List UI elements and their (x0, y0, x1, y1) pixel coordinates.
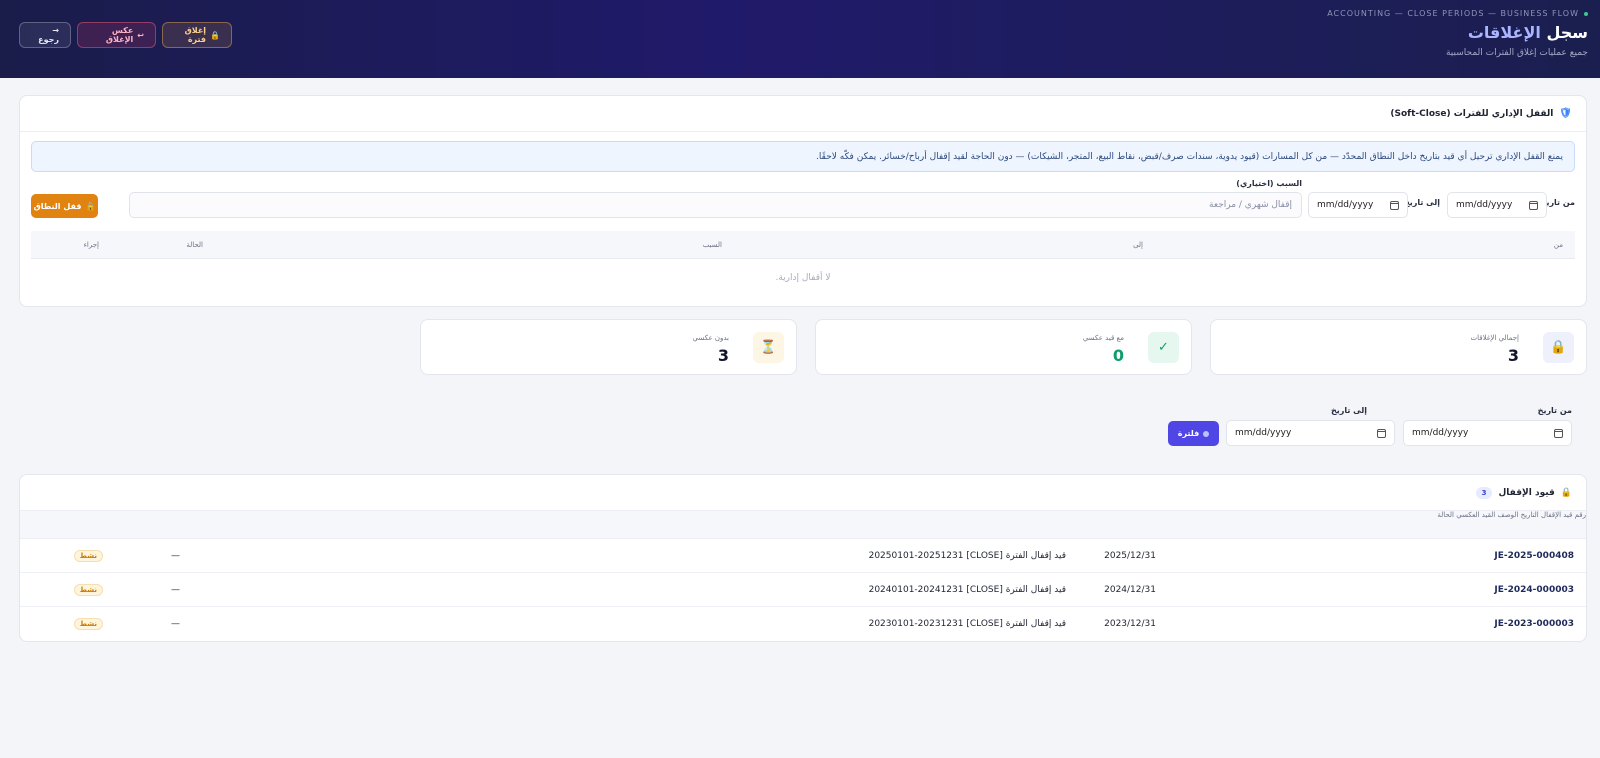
reason-label: السبب (اختياري) (1236, 179, 1302, 188)
status-badge: نشط (73, 618, 103, 630)
col-action: إجراء (83, 240, 99, 249)
entry-date: 2025/12/31 (1104, 550, 1156, 561)
entry-description: قيد إقفال الفترة [CLOSE] 20250101-202512… (868, 550, 1066, 561)
col-date: التاريخ (1520, 511, 1539, 519)
undo-icon: ↩ (137, 30, 144, 40)
soft-close-table-header: من إلى السبب الحالة إجراء (31, 231, 1575, 259)
hourglass-icon: ⏳ (753, 332, 784, 363)
lock-range-button[interactable]: 🔒 قفل النطاق (31, 194, 98, 218)
entry-reversal: — (171, 584, 180, 595)
back-button-label: → رجوع (38, 26, 59, 44)
entry-date: 2024/12/31 (1104, 584, 1156, 595)
entry-reversal: — (171, 550, 180, 561)
soft-close-title: القفل الإداري للفترات (Soft-Close) (1390, 108, 1554, 119)
col-reversal: القيد العكسي (1456, 511, 1496, 519)
col-reason: السبب (702, 240, 722, 249)
filter-to-date-value: mm/dd/yyyy (1235, 428, 1292, 438)
col-status: الحالة (1437, 511, 1454, 519)
close-period-button[interactable]: 🔒 إغلاق فترة (162, 22, 232, 48)
filter-to-date-input[interactable]: mm/dd/yyyy (1226, 420, 1395, 446)
lock-icon: 🔒 (85, 201, 96, 211)
stat-card-unreversed: ⏳ بدون عكسي 3 (420, 319, 797, 375)
filter-button[interactable]: فلترة (1168, 421, 1219, 446)
reason-placeholder: إقفال شهري / مراجعة (1209, 200, 1292, 210)
table-row[interactable]: JE-2024-000003 2024/12/31 قيد إقفال الفت… (20, 573, 1586, 607)
closing-entries-card: 🔒 قيود الإقفال 3 رقم قيد الإقفال التاريخ… (19, 474, 1587, 642)
count-badge: 3 (1475, 486, 1493, 499)
status-badge: نشط (73, 583, 103, 596)
filter-dot-icon (1203, 430, 1210, 437)
stat-value: 0 (1112, 346, 1124, 365)
soft-close-form: من تاريخ mm/dd/yyyy إلى تاريخ mm/dd/yyyy… (31, 179, 1575, 222)
empty-state: لا أقفال إدارية. (775, 273, 831, 283)
col-description: الوصف (1497, 511, 1519, 519)
filter-from-date-input[interactable]: mm/dd/yyyy (1403, 420, 1572, 446)
calendar-icon[interactable] (1377, 428, 1386, 438)
col-to: إلى (1133, 240, 1143, 249)
col-status: الحالة (186, 240, 203, 249)
lock-icon: 🔒 (1560, 487, 1572, 498)
page-title-accent: الإغلاقات (1467, 23, 1541, 42)
calendar-icon[interactable] (1529, 200, 1538, 210)
reason-input[interactable]: إقفال شهري / مراجعة (129, 192, 1302, 218)
soft-to-label: إلى تاريخ (1403, 198, 1440, 207)
calendar-icon[interactable] (1554, 428, 1563, 438)
entry-ref-link[interactable]: JE-2025-000408 (1494, 551, 1574, 561)
soft-close-header: 🛡 القفل الإداري للفترات (Soft-Close) (20, 96, 1586, 132)
filter-button-label: فلترة (1177, 429, 1200, 438)
page-header: ACCOUNTING — CLOSE PERIODS — BUSINESS FL… (0, 0, 1600, 78)
filter-from-date-value: mm/dd/yyyy (1412, 428, 1469, 438)
soft-close-notice: يمنع القفل الإداري ترحيل أي قيد بتاريخ د… (31, 141, 1575, 172)
breadcrumb-text: ACCOUNTING — CLOSE PERIODS — BUSINESS FL… (1327, 9, 1579, 18)
closing-entries-table-header: رقم قيد الإقفال التاريخ الوصف القيد العك… (20, 510, 1586, 539)
calendar-icon[interactable] (1390, 200, 1399, 210)
entry-date: 2023/12/31 (1104, 619, 1156, 629)
header-actions: → رجوع ↩ عكس الإغلاق 🔒 إغلاق فترة (19, 22, 232, 48)
reverse-close-button[interactable]: ↩ عكس الإغلاق (77, 22, 156, 48)
page-subtitle: جميع عمليات إغلاق الفترات المحاسبية (1445, 48, 1588, 58)
page-title-prefix: سجل (1540, 23, 1588, 42)
soft-to-date-input[interactable]: mm/dd/yyyy (1308, 192, 1408, 218)
soft-close-card: 🛡 القفل الإداري للفترات (Soft-Close) يمن… (19, 95, 1587, 307)
lock-icon: 🔒 (210, 30, 220, 40)
entry-ref-link[interactable]: JE-2023-000003 (1494, 619, 1574, 629)
breadcrumb: ACCOUNTING — CLOSE PERIODS — BUSINESS FL… (1327, 9, 1588, 18)
header-text: ACCOUNTING — CLOSE PERIODS — BUSINESS FL… (1327, 9, 1588, 58)
lock-range-label: قفل النطاق (33, 201, 82, 211)
entry-ref-link[interactable]: JE-2024-000003 (1494, 585, 1574, 595)
status-badge: نشط (73, 549, 103, 562)
soft-close-table: من إلى السبب الحالة إجراء لا أقفال إداري… (31, 231, 1575, 283)
back-button[interactable]: → رجوع (19, 22, 71, 48)
soft-to-date-value: mm/dd/yyyy (1317, 200, 1374, 210)
stat-label: مع قيد عكسي (1082, 334, 1124, 342)
shield-icon: 🛡 (1559, 108, 1572, 119)
soft-from-date-input[interactable]: mm/dd/yyyy (1447, 192, 1547, 218)
page-title: سجل الإغلاقات (1327, 23, 1588, 42)
soft-from-date-value: mm/dd/yyyy (1456, 200, 1513, 210)
stat-card-total: 🔒 إجمالي الإغلاقات 3 (1210, 319, 1587, 375)
stat-label: بدون عكسي (692, 334, 730, 342)
close-period-label: إغلاق فترة (184, 26, 207, 44)
stat-value: 3 (1507, 346, 1519, 365)
table-row[interactable]: JE-2023-000003 2023/12/31 قيد إقفال الفت… (20, 607, 1586, 641)
entry-description: قيد إقفال الفترة [CLOSE] 20240101-202412… (868, 584, 1066, 595)
entry-reversal: — (171, 619, 180, 629)
closing-entries-header: 🔒 قيود الإقفال 3 (20, 475, 1586, 510)
col-ref: رقم قيد الإقفال (1540, 511, 1586, 519)
lock-icon: 🔒 (1543, 332, 1574, 363)
table-row[interactable]: JE-2025-000408 2025/12/31 قيد إقفال الفت… (20, 539, 1586, 573)
closing-entries-title: قيود الإقفال (1498, 487, 1555, 498)
stat-card-reversed: ✓ مع قيد عكسي 0 (815, 319, 1192, 375)
filter-to-label: إلى تاريخ (1330, 406, 1367, 415)
status-dot-icon (1584, 11, 1588, 16)
reverse-close-label: عكس الإغلاق (105, 26, 134, 44)
stat-value: 3 (717, 346, 729, 365)
col-from: من (1553, 240, 1563, 249)
filter-from-label: من تاريخ (1537, 406, 1572, 415)
soft-close-notice-text: يمنع القفل الإداري ترحيل أي قيد بتاريخ د… (816, 151, 1563, 162)
stat-label: إجمالي الإغلاقات (1470, 334, 1520, 342)
entry-description: قيد إقفال الفترة [CLOSE] 20230101-202312… (868, 619, 1066, 629)
check-icon: ✓ (1148, 332, 1179, 363)
